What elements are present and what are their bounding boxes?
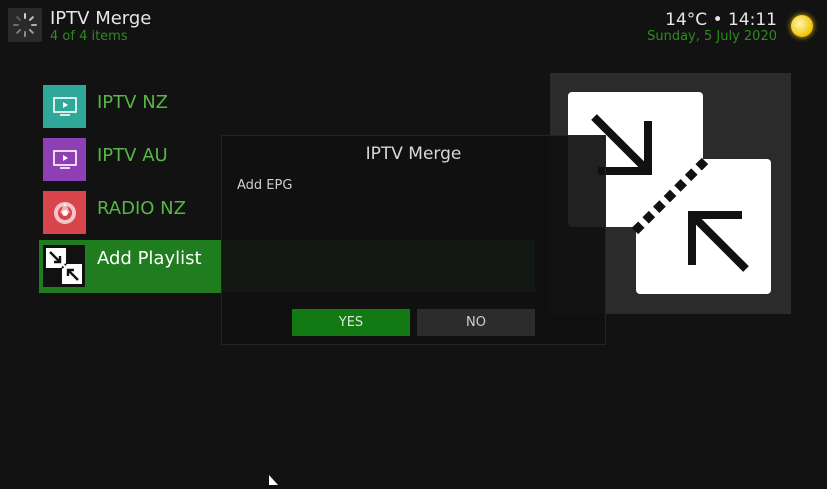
list-item-iptv-nz[interactable]: IPTV NZ (39, 80, 221, 133)
date-label: Sunday, 5 July 2020 (647, 29, 777, 44)
list-item-iptv-au[interactable]: IPTV AU (39, 133, 221, 186)
spinner-icon (8, 8, 42, 42)
list-item-label: Add Playlist (97, 248, 202, 269)
weather-time: 14°C • 14:11 (665, 10, 777, 30)
list-item-add-playlist[interactable]: Add Playlist (39, 240, 221, 293)
list-item-label: RADIO NZ (97, 198, 186, 219)
tv-icon (43, 85, 86, 128)
item-count: 4 of 4 items (50, 29, 128, 44)
no-button[interactable]: NO (417, 309, 535, 336)
dialog-message: Add EPG (237, 178, 293, 193)
sun-icon (791, 15, 813, 37)
tv-icon (43, 138, 86, 181)
merge-arrows-icon (43, 245, 85, 287)
list-item-label: IPTV NZ (97, 92, 168, 113)
dialog-title: IPTV Merge (365, 144, 462, 164)
yes-button[interactable]: YES (292, 309, 410, 336)
page-title: IPTV Merge (50, 8, 152, 29)
radio-icon (43, 191, 86, 234)
dialog-divider (222, 240, 535, 292)
list-item-radio-nz[interactable]: RADIO NZ (39, 186, 221, 239)
list-item-label: IPTV AU (97, 145, 168, 166)
confirm-dialog: IPTV Merge Add EPG YES NO (221, 135, 606, 345)
